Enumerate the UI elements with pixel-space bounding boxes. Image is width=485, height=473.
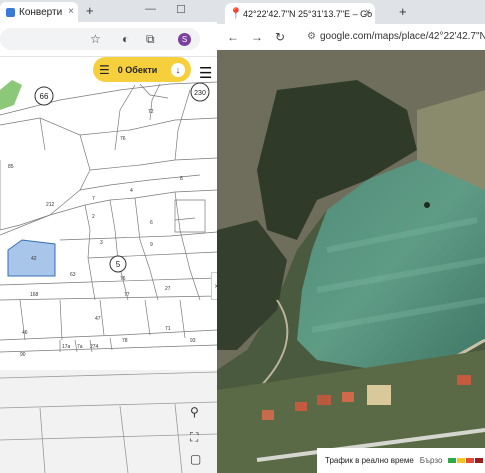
traffic-color-fast — [448, 458, 457, 463]
forward-arrow-icon[interactable]: → — [251, 30, 263, 44]
profile-avatar[interactable]: S — [178, 33, 191, 46]
svg-text:93: 93 — [190, 338, 196, 344]
location-pin-icon[interactable]: ⚲ — [190, 405, 199, 419]
restore-button[interactable]: ☐ — [176, 3, 186, 16]
main-menu-icon[interactable]: ☰ — [199, 64, 212, 82]
svg-text:46: 46 — [22, 330, 28, 336]
svg-text:8: 8 — [180, 176, 183, 182]
svg-text:9: 9 — [150, 242, 153, 248]
svg-text:7a: 7a — [77, 344, 83, 350]
traffic-color-slow — [466, 458, 475, 463]
traffic-fast-label: Бързо — [419, 456, 443, 465]
new-tab-button[interactable]: + — [399, 4, 407, 19]
svg-text:230: 230 — [194, 90, 206, 97]
traffic-color-medium — [457, 458, 466, 463]
parcel-label-66: 66 — [34, 86, 54, 106]
url-text: google.com/maps/place/42°22'42.7"N+25° — [319, 31, 485, 42]
svg-text:168: 168 — [30, 292, 39, 298]
google-maps-browser-window: 📍 42°22'42.7"N 25°31'13.7"E – Go × + ← →… — [217, 0, 485, 473]
svg-text:85: 85 — [8, 164, 14, 170]
svg-text:2: 2 — [92, 214, 95, 220]
road-section — [0, 370, 217, 473]
minimize-button[interactable]: — — [145, 3, 156, 15]
close-tab-icon[interactable]: × — [365, 7, 371, 18]
site-favicon-icon — [6, 7, 15, 17]
svg-text:90: 90 — [20, 352, 26, 358]
traffic-color-scale — [448, 458, 484, 463]
objects-menu-icon: ☰ — [99, 62, 110, 77]
svg-text:27: 27 — [165, 286, 171, 292]
svg-text:76: 76 — [120, 276, 126, 282]
star-icon[interactable]: ☆ — [90, 32, 101, 46]
svg-text:4: 4 — [130, 188, 133, 194]
svg-text:63: 63 — [70, 272, 76, 278]
browser-toolbar: ← → ↻ ⚙ google.com/maps/place/42°22'42.7"… — [217, 24, 485, 50]
traffic-legend: Трафик в реално време Бързо — [317, 448, 485, 473]
road-lines — [0, 371, 217, 473]
close-tab-icon[interactable]: × — [68, 6, 74, 17]
svg-text:17a: 17a — [62, 344, 71, 350]
reload-icon[interactable]: ↻ — [275, 30, 285, 44]
svg-text:5: 5 — [116, 260, 121, 269]
svg-text:76: 76 — [120, 136, 126, 142]
back-arrow-icon[interactable]: ← — [227, 30, 239, 44]
site-info-icon[interactable]: ⚙ — [307, 31, 316, 42]
svg-text:72: 72 — [148, 109, 154, 115]
svg-text:274: 274 — [90, 344, 99, 350]
satellite-imagery — [217, 50, 485, 473]
svg-text:78: 78 — [122, 338, 128, 344]
tab-title: Конверти — [19, 6, 63, 18]
svg-text:212: 212 — [46, 202, 55, 208]
tab-bar: Конверти × + — ☐ — [0, 0, 217, 22]
extension-puzzle-icon[interactable]: ◐ — [122, 32, 129, 46]
extensions-icon[interactable]: ⧉ — [146, 32, 155, 47]
new-tab-button[interactable]: + — [86, 3, 94, 18]
tab-cadastre[interactable]: Конверти × — [0, 2, 78, 22]
svg-text:77: 77 — [124, 292, 130, 298]
svg-text:6: 6 — [150, 220, 153, 226]
svg-text:7: 7 — [92, 196, 95, 202]
satellite-map[interactable] — [217, 50, 485, 473]
traffic-label: Трафик в реално време — [325, 456, 414, 465]
address-bar[interactable]: ⚙google.com/maps/place/42°22'42.7"N+25° — [307, 31, 485, 42]
traffic-color-jam — [475, 458, 484, 463]
cadastre-browser-window: Конверти × + — ☐ ☆ ◐ ⧉ S 66 230 5 85 212… — [0, 0, 217, 473]
svg-text:66: 66 — [40, 92, 49, 101]
objects-count-label: 0 Обекти — [117, 64, 158, 75]
layers-icon[interactable]: ▢ — [190, 452, 201, 466]
svg-text:47: 47 — [95, 316, 101, 322]
svg-text:3: 3 — [100, 240, 103, 246]
maps-pin-icon: 📍 — [229, 8, 243, 20]
tab-title: 42°22'42.7"N 25°31'13.7"E – Go — [243, 8, 373, 19]
field-marker — [424, 202, 430, 208]
objects-button[interactable]: ☰ 0 Обекти ↓ — [93, 57, 191, 82]
download-icon[interactable]: ↓ — [171, 62, 185, 77]
tab-bar: 📍 42°22'42.7"N 25°31'13.7"E – Go × + — [217, 0, 485, 24]
svg-text:42: 42 — [31, 256, 37, 262]
svg-text:71: 71 — [165, 326, 171, 332]
fullscreen-icon[interactable]: ⛶ — [190, 430, 198, 445]
parcel-label-230: 230 — [190, 82, 210, 102]
tab-google-maps[interactable]: 📍 42°22'42.7"N 25°31'13.7"E – Go × — [225, 3, 375, 24]
parcel-label-5: 5 — [109, 255, 127, 273]
